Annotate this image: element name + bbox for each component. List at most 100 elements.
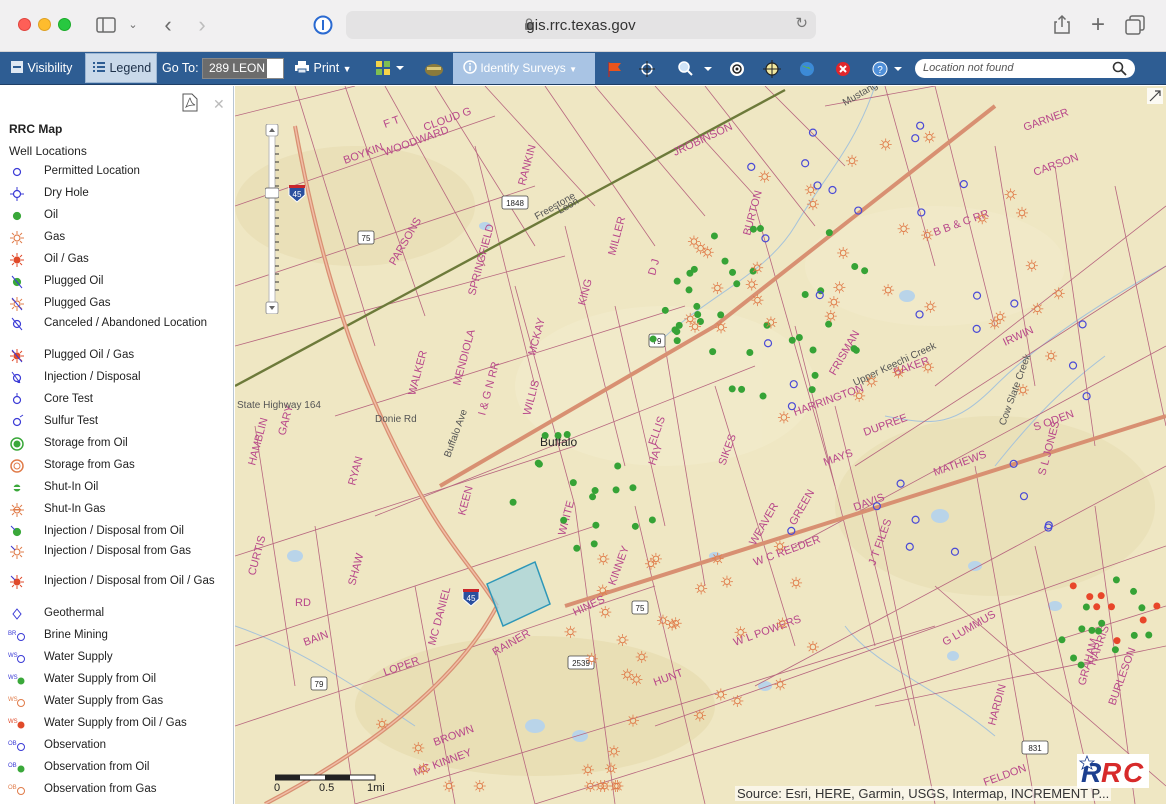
oil-gas-well-marker[interactable] xyxy=(1113,637,1121,645)
reload-icon[interactable]: ↻ xyxy=(795,14,808,32)
oil-well-marker[interactable] xyxy=(569,479,577,487)
oil-well-marker[interactable] xyxy=(749,225,757,233)
oil-well-marker[interactable] xyxy=(591,487,599,495)
identify-surveys-dropdown[interactable]: Identify Surveys ▼ xyxy=(453,53,595,84)
locate-icon[interactable] xyxy=(763,60,781,78)
visibility-button[interactable]: Visibility xyxy=(10,52,72,85)
oil-well-marker[interactable] xyxy=(1070,654,1078,662)
oil-gas-well-marker[interactable] xyxy=(1069,582,1077,590)
oil-well-marker[interactable] xyxy=(709,348,717,356)
oil-well-marker[interactable] xyxy=(673,337,681,345)
oil-well-marker[interactable] xyxy=(541,432,549,440)
oil-well-marker[interactable] xyxy=(733,280,741,288)
oil-well-marker[interactable] xyxy=(592,521,600,529)
back-button[interactable]: ‹ xyxy=(158,12,178,38)
oil-well-marker[interactable] xyxy=(1111,646,1119,654)
oil-well-marker[interactable] xyxy=(1095,627,1103,635)
close-legend-icon[interactable]: ✕ xyxy=(213,96,225,113)
close-window-button[interactable] xyxy=(18,18,31,31)
clear-icon[interactable] xyxy=(834,60,852,78)
address-bar[interactable]: gis.rrc.texas.gov ↻ xyxy=(346,11,816,39)
sidebar-toggle-icon[interactable] xyxy=(94,12,118,38)
oil-well-marker[interactable] xyxy=(749,267,757,275)
share-icon[interactable] xyxy=(1052,12,1072,38)
oil-well-marker[interactable] xyxy=(759,392,767,400)
oil-well-marker[interactable] xyxy=(534,459,542,467)
oil-well-marker[interactable] xyxy=(693,302,701,310)
oil-well-marker[interactable] xyxy=(694,311,702,319)
oil-well-marker[interactable] xyxy=(795,333,803,341)
oil-well-marker[interactable] xyxy=(629,484,637,492)
crosshair-icon[interactable] xyxy=(638,60,656,78)
legend-button[interactable]: Legend xyxy=(85,53,157,83)
oil-well-marker[interactable] xyxy=(717,311,725,319)
zoom-slider[interactable] xyxy=(265,124,279,314)
oil-well-marker[interactable] xyxy=(690,265,698,273)
oil-well-marker[interactable] xyxy=(746,349,754,357)
oil-well-marker[interactable] xyxy=(721,257,729,265)
oil-well-marker[interactable] xyxy=(1138,604,1146,612)
oil-well-marker[interactable] xyxy=(756,225,764,233)
oil-well-marker[interactable] xyxy=(590,540,598,548)
oil-well-marker[interactable] xyxy=(685,286,693,294)
oil-well-marker[interactable] xyxy=(509,498,517,506)
map-canvas[interactable]: BOYKINWOODWARDF TRANKINJROBINSONBURTONPA… xyxy=(235,86,1166,804)
oil-gas-well-marker[interactable] xyxy=(1153,602,1161,610)
oil-well-marker[interactable] xyxy=(788,336,796,344)
oil-well-marker[interactable] xyxy=(710,232,718,240)
expand-map-icon[interactable] xyxy=(1147,88,1163,104)
oil-well-marker[interactable] xyxy=(729,268,737,276)
oil-well-marker[interactable] xyxy=(851,262,859,270)
oil-well-marker[interactable] xyxy=(560,516,568,524)
oil-gas-well-marker[interactable] xyxy=(1107,603,1115,611)
location-search-input[interactable]: Location not found xyxy=(915,59,1135,78)
zoom-tool-icon[interactable] xyxy=(676,60,716,78)
oil-gas-well-marker[interactable] xyxy=(1093,603,1101,611)
oil-well-marker[interactable] xyxy=(661,306,669,314)
oil-well-marker[interactable] xyxy=(1078,625,1086,633)
help-icon[interactable]: ? xyxy=(872,60,906,78)
oil-well-marker[interactable] xyxy=(1145,631,1153,639)
oil-well-marker[interactable] xyxy=(1098,619,1106,627)
oil-well-marker[interactable] xyxy=(648,516,656,524)
oil-well-marker[interactable] xyxy=(809,346,817,354)
oil-well-marker[interactable] xyxy=(649,335,657,343)
oil-well-marker[interactable] xyxy=(808,386,816,394)
minimize-window-button[interactable] xyxy=(38,18,51,31)
flag-icon[interactable] xyxy=(606,60,624,78)
oil-well-marker[interactable] xyxy=(1088,626,1096,634)
map-view[interactable]: BOYKIN WOODWARD F T RANKIN JROBINSON BURTON PA… xyxy=(235,86,1166,804)
new-tab-icon[interactable]: + xyxy=(1088,12,1108,38)
oil-well-marker[interactable] xyxy=(1112,576,1120,584)
oil-well-marker[interactable] xyxy=(728,385,736,393)
oil-well-marker[interactable] xyxy=(801,291,809,299)
oil-well-marker[interactable] xyxy=(1058,636,1066,644)
tab-overview-icon[interactable] xyxy=(1124,12,1146,38)
oil-well-marker[interactable] xyxy=(811,371,819,379)
oil-well-marker[interactable] xyxy=(1130,587,1138,595)
globe-icon[interactable] xyxy=(798,60,816,78)
oil-well-marker[interactable] xyxy=(673,277,681,285)
oil-well-marker[interactable] xyxy=(1130,631,1138,639)
basemap-grid-icon[interactable] xyxy=(376,60,404,78)
chevron-down-icon[interactable]: ⌄ xyxy=(126,12,140,38)
oil-well-marker[interactable] xyxy=(852,346,860,354)
oil-gas-well-marker[interactable] xyxy=(1139,616,1147,624)
goto-field[interactable]: 289 LEON xyxy=(202,58,284,79)
forward-button[interactable]: › xyxy=(192,12,212,38)
oil-well-marker[interactable] xyxy=(573,544,581,552)
oil-gas-well-marker[interactable] xyxy=(1086,593,1094,601)
search-icon[interactable] xyxy=(1112,61,1127,76)
oil-well-marker[interactable] xyxy=(673,328,681,336)
oil-well-marker[interactable] xyxy=(612,486,620,494)
maximize-window-button[interactable] xyxy=(58,18,71,31)
oil-gas-well-marker[interactable] xyxy=(1097,592,1105,600)
oil-well-marker[interactable] xyxy=(614,462,622,470)
oil-well-marker[interactable] xyxy=(589,493,597,501)
oil-well-marker[interactable] xyxy=(1082,603,1090,611)
password-manager-icon[interactable] xyxy=(312,12,334,38)
full-extent-icon[interactable] xyxy=(728,60,746,78)
oil-well-marker[interactable] xyxy=(563,430,571,438)
oil-well-marker[interactable] xyxy=(825,229,833,237)
measure-tool-icon[interactable] xyxy=(424,60,443,78)
